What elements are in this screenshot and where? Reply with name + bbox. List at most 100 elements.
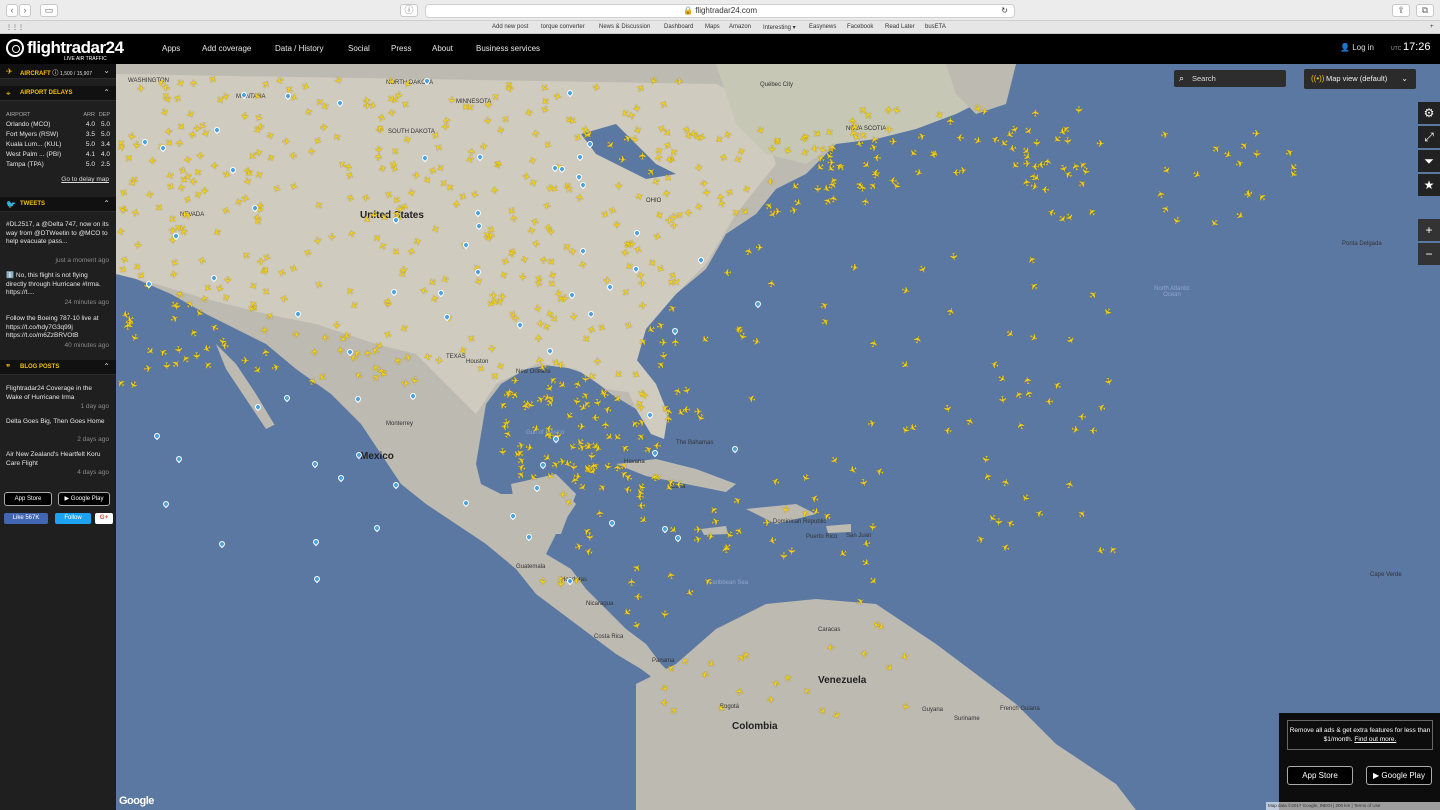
aircraft-icon[interactable]: ✈ — [723, 266, 732, 278]
url-bar[interactable]: 🔒 flightradar24.com ↻ — [425, 4, 1015, 18]
aircraft-icon[interactable]: ✈ — [576, 422, 586, 434]
aircraft-icon[interactable]: ✈ — [411, 170, 421, 182]
aircraft-icon[interactable]: ✈ — [943, 423, 953, 435]
aircraft-icon[interactable]: ✈ — [282, 137, 291, 148]
aircraft-icon[interactable]: ✈ — [198, 187, 209, 195]
aircraft-icon[interactable]: ✈ — [572, 573, 582, 585]
aircraft-icon[interactable]: ✈ — [164, 125, 173, 137]
aircraft-icon[interactable]: ✈ — [148, 154, 157, 165]
table-row[interactable]: West Palm ... (PBI) 4.1 4.0 — [6, 150, 110, 160]
aircraft-icon[interactable]: ✈ — [583, 533, 594, 542]
aircraft-icon[interactable]: ✈ — [692, 163, 704, 173]
aircraft-icon[interactable]: ✈ — [220, 338, 230, 350]
aircraft-icon[interactable]: ✈ — [311, 236, 323, 246]
aircraft-icon[interactable]: ✈ — [511, 376, 520, 387]
bookmark-item[interactable]: Add new post — [492, 24, 528, 30]
aircraft-icon[interactable]: ✈ — [601, 420, 613, 429]
aircraft-icon[interactable]: ✈ — [196, 149, 205, 161]
nav-apps[interactable]: Apps — [162, 44, 180, 53]
aircraft-icon[interactable]: ✈ — [288, 148, 298, 160]
map-view-select[interactable]: ((•)) Map view (default) ⌄ — [1304, 69, 1416, 89]
bookmark-item[interactable]: News & Discussion — [599, 24, 650, 30]
aircraft-icon[interactable]: ✈ — [496, 447, 508, 456]
aircraft-icon[interactable]: ✈ — [500, 419, 510, 431]
aircraft-icon[interactable]: ✈ — [688, 126, 698, 138]
aircraft-icon[interactable]: ✈ — [637, 499, 646, 511]
aircraft-section-header[interactable]: ✈ AIRCRAFT ⓘ 1,500 / 15,907 ⌄ — [0, 64, 116, 79]
chevron-up-icon[interactable]: ⌃ — [103, 88, 110, 97]
filter-icon[interactable]: ⏷ — [1418, 150, 1440, 172]
aircraft-icon[interactable]: ✈ — [160, 361, 172, 370]
aircraft-icon[interactable]: ✈ — [766, 279, 779, 289]
aircraft-icon[interactable]: ✈ — [659, 338, 668, 349]
aircraft-icon[interactable]: ✈ — [554, 579, 566, 588]
aircraft-icon[interactable]: ✈ — [169, 269, 179, 281]
bookmark-item[interactable]: Interesting ▾ — [763, 24, 796, 31]
aircraft-icon[interactable]: ✈ — [180, 210, 189, 222]
forward-button[interactable]: › — [19, 4, 31, 17]
aircraft-icon[interactable]: ✈ — [889, 137, 898, 148]
aircraft-icon[interactable]: ✈ — [372, 145, 384, 155]
aircraft-icon[interactable]: ✈ — [671, 338, 682, 346]
aircraft-icon[interactable]: ✈ — [664, 216, 674, 228]
aircraft-icon[interactable]: ✈ — [610, 220, 622, 229]
zoom-out-button[interactable]: − — [1418, 243, 1440, 265]
zoom-in-button[interactable]: + — [1418, 219, 1440, 241]
nav-press[interactable]: Press — [391, 44, 411, 53]
login-button[interactable]: 👤 Log in — [1340, 43, 1374, 52]
aircraft-icon[interactable]: ✈ — [996, 395, 1008, 405]
aircraft-icon[interactable]: ✈ — [613, 463, 625, 473]
grid-icon[interactable]: ⋮⋮⋮ — [6, 24, 24, 31]
aircraft-icon[interactable]: ✈ — [175, 138, 187, 147]
aircraft-icon[interactable]: ✈ — [652, 439, 661, 451]
aircraft-icon[interactable]: ✈ — [535, 355, 547, 365]
aircraft-icon[interactable]: ✈ — [321, 331, 329, 342]
aircraft-icon[interactable]: ✈ — [1077, 410, 1086, 422]
aircraft-icon[interactable]: ✈ — [829, 194, 841, 204]
bookmark-item[interactable]: busETA — [925, 24, 946, 30]
table-row[interactable]: Tampa (TPA) 5.0 2.5 — [6, 160, 110, 170]
aircraft-icon[interactable]: ✈ — [136, 84, 146, 96]
settings-gear-icon[interactable]: ⚙ — [1418, 102, 1440, 124]
nav-data-history[interactable]: Data / History — [275, 44, 323, 53]
aircraft-icon[interactable]: ✈ — [627, 578, 638, 587]
table-row[interactable]: Kuala Lum... (KUL) 5.0 3.4 — [6, 140, 110, 150]
aircraft-icon[interactable]: ✈ — [397, 266, 408, 275]
aircraft-icon[interactable]: ✈ — [662, 188, 674, 198]
bookmark-item[interactable]: torque converter — [541, 24, 585, 30]
aircraft-icon[interactable]: ✈ — [505, 82, 514, 94]
aircraft-icon[interactable]: ✈ — [947, 252, 959, 261]
aircraft-icon[interactable]: ✈ — [479, 142, 488, 154]
aircraft-icon[interactable]: ✈ — [310, 348, 321, 357]
app-store-badge[interactable]: App Store — [4, 492, 52, 506]
aircraft-icon[interactable]: ✈ — [888, 174, 898, 186]
blog-post-title[interactable]: Air New Zealand's Heartfelt Koru Care Fl… — [6, 451, 110, 468]
aircraft-icon[interactable]: ✈ — [144, 187, 154, 200]
share-icon[interactable]: ⇪ — [1392, 4, 1410, 17]
aircraft-icon[interactable]: ✈ — [633, 590, 642, 602]
aircraft-icon[interactable]: ✈ — [765, 144, 777, 153]
aircraft-icon[interactable]: ✈ — [320, 123, 329, 135]
favorites-star-icon[interactable]: ★ — [1418, 174, 1440, 196]
aircraft-icon[interactable]: ✈ — [664, 152, 674, 164]
aircraft-icon[interactable]: ✈ — [593, 357, 604, 366]
aircraft-icon[interactable]: ✈ — [221, 276, 232, 285]
aircraft-icon[interactable]: ✈ — [325, 232, 337, 241]
google-plus-button[interactable]: G+ — [95, 513, 113, 524]
facebook-like-button[interactable]: Like 567K — [4, 513, 48, 524]
aircraft-icon[interactable]: ✈ — [307, 146, 319, 155]
aircraft-icon[interactable]: ✈ — [260, 325, 272, 334]
aircraft-icon[interactable]: ✈ — [241, 357, 249, 367]
bookmark-item[interactable]: Maps — [705, 24, 720, 30]
chevron-up-icon[interactable]: ⌃ — [103, 199, 110, 208]
blog-post-title[interactable]: Delta Goes Big, Then Goes Home — [6, 418, 110, 427]
aircraft-icon[interactable]: ✈ — [130, 140, 142, 150]
aircraft-icon[interactable]: ✈ — [170, 301, 182, 311]
aircraft-icon[interactable]: ✈ — [544, 221, 553, 233]
new-tab-icon[interactable]: + — [1430, 24, 1434, 30]
aircraft-icon[interactable]: ✈ — [362, 95, 372, 107]
aircraft-icon[interactable]: ✈ — [866, 522, 878, 531]
aircraft-icon[interactable]: ✈ — [441, 120, 450, 131]
aircraft-icon[interactable]: ✈ — [825, 641, 835, 653]
aircraft-icon[interactable]: ✈ — [638, 279, 647, 290]
